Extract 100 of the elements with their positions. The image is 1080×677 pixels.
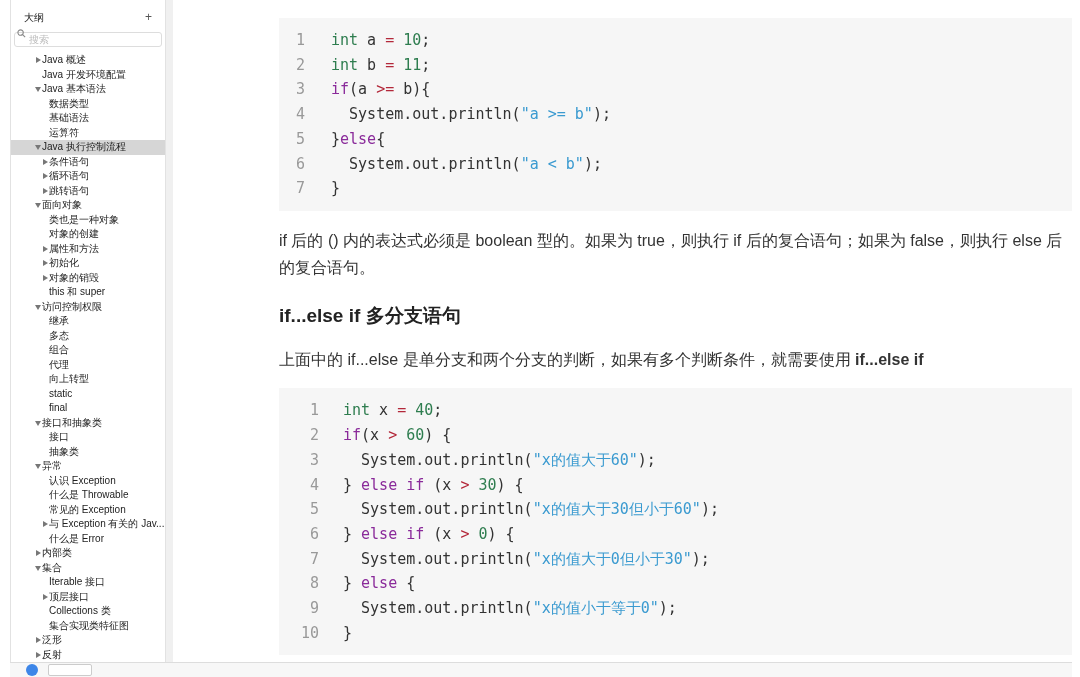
outline-item[interactable]: 类也是一种对象 [11, 212, 165, 227]
outline-item[interactable]: static [11, 386, 165, 401]
outline-item[interactable]: Java 执行控制流程 [11, 140, 165, 155]
outline-item[interactable]: 常见的 Exception [11, 502, 165, 517]
code-line: int b = 11; [331, 54, 431, 76]
code-line: System.out.println("x的值大于0但小于30"); [360, 548, 710, 570]
outline-item[interactable]: 反射 [11, 647, 165, 662]
outline-item[interactable]: 什么是 Throwable [11, 488, 165, 503]
outline-item[interactable]: 泛形 [11, 633, 165, 648]
code-line: if(a >= b){ [331, 79, 431, 101]
line-number: 5 [294, 128, 305, 150]
search-icon [17, 29, 26, 38]
expanded-triangle-icon[interactable] [35, 419, 41, 426]
circle-icon[interactable] [26, 664, 38, 676]
outline-item[interactable]: Iterable 接口 [11, 575, 165, 590]
collapsed-triangle-icon[interactable] [35, 550, 41, 557]
add-button[interactable]: + [145, 11, 152, 23]
outline-item[interactable]: 数据类型 [11, 96, 165, 111]
outline-item[interactable]: 抽象类 [11, 444, 165, 459]
code-line: System.out.println("a < b"); [348, 153, 602, 175]
search-field[interactable]: 搜索 [14, 32, 162, 47]
collapsed-triangle-icon[interactable] [35, 651, 41, 658]
collapsed-triangle-icon[interactable] [42, 521, 48, 528]
outline-item[interactable]: 接口和抽象类 [11, 415, 165, 430]
outline-item[interactable]: final [11, 401, 165, 416]
outline-item[interactable]: Java 开发环境配置 [11, 67, 165, 82]
line-number: 2 [294, 54, 305, 76]
outline-item[interactable]: 接口 [11, 430, 165, 445]
outline-item[interactable]: this 和 super [11, 285, 165, 300]
outline-item[interactable]: Java 概述 [11, 53, 165, 68]
outline-item[interactable]: Java 基本语法 [11, 82, 165, 97]
line-number: 8 [308, 573, 319, 595]
outline-item[interactable]: 运算符 [11, 125, 165, 140]
outline-item[interactable]: 多态 [11, 328, 165, 343]
code-line: System.out.println("a >= b"); [348, 104, 611, 126]
collapsed-triangle-icon[interactable] [42, 187, 48, 194]
outline-item[interactable]: 代理 [11, 357, 165, 372]
outline-item[interactable]: Collections 类 [11, 604, 165, 619]
line-number: 6 [308, 523, 319, 545]
line-number: 4 [294, 104, 305, 126]
outline-item[interactable]: 什么是 Error [11, 531, 165, 546]
code-line: System.out.println("x的值大于60"); [360, 449, 656, 471]
collapsed-triangle-icon[interactable] [35, 57, 41, 64]
sidebar-title: 大纲 [24, 10, 44, 25]
collapsed-triangle-icon[interactable] [42, 173, 48, 180]
outline-item[interactable]: 顶层接口 [11, 589, 165, 604]
outline-item[interactable]: 继承 [11, 314, 165, 329]
code-line: System.out.println("x的值大于30但小于60"); [360, 499, 719, 521]
code-line: int x = 40; [343, 400, 443, 422]
collapsed-triangle-icon[interactable] [42, 274, 48, 281]
outline-item[interactable]: 对象的创建 [11, 227, 165, 242]
outline-item[interactable]: 访问控制权限 [11, 299, 165, 314]
collapsed-triangle-icon[interactable] [35, 637, 41, 644]
code-line: } else if (x > 30) { [343, 474, 524, 496]
code-line: }else{ [331, 128, 386, 150]
outline-item[interactable]: 对象的销毁 [11, 270, 165, 285]
line-number: 2 [308, 425, 319, 447]
line-number: 7 [308, 548, 319, 570]
section-heading: if...else if 多分支语句 [279, 303, 462, 328]
outline-item[interactable]: 认识 Exception [11, 473, 165, 488]
paragraph: if 后的 () 内的表达式必须是 boolean 型的。如果为 true，则执行 if 后的复合语句；如果为 false，则执行 else 后的复合语句。 [279, 230, 1064, 278]
collapsed-triangle-icon[interactable] [42, 260, 48, 267]
outline-item[interactable]: 异常 [11, 459, 165, 474]
outline-item[interactable]: 组合 [11, 343, 165, 358]
toolbar-field[interactable] [48, 664, 92, 676]
outline-item[interactable]: 集合实现类特征图 [11, 618, 165, 633]
outline-item[interactable]: 跳转语句 [11, 183, 165, 198]
code-line: } [343, 622, 353, 644]
line-number: 5 [308, 499, 319, 521]
code-line: if(x > 60) { [343, 425, 452, 447]
outline-item[interactable]: 向上转型 [11, 372, 165, 387]
collapsed-triangle-icon[interactable] [42, 593, 48, 600]
expanded-triangle-icon[interactable] [35, 564, 41, 571]
outline-item[interactable]: 初始化 [11, 256, 165, 271]
code-line: } [331, 178, 341, 200]
code-line: int a = 10; [331, 30, 431, 51]
collapsed-triangle-icon[interactable] [42, 158, 48, 165]
outline-item[interactable]: 基础语法 [11, 111, 165, 126]
paragraph: 上面中的 if...else 是单分支和两个分支的判断，如果有多个判断条件，就需要使用 if...else if [279, 350, 925, 371]
code-line: System.out.println("x的值小于等于0"); [360, 598, 677, 620]
collapsed-triangle-icon[interactable] [42, 245, 48, 252]
outline-item[interactable]: 循环语句 [11, 169, 165, 184]
outline-item[interactable]: 面向对象 [11, 198, 165, 213]
expanded-triangle-icon[interactable] [35, 463, 41, 470]
line-number: 6 [294, 153, 305, 175]
line-number: 3 [294, 79, 305, 101]
expanded-triangle-icon[interactable] [35, 303, 41, 310]
line-number: 7 [294, 178, 305, 200]
expanded-triangle-icon[interactable] [35, 202, 41, 209]
outline-item[interactable]: 集合 [11, 560, 165, 575]
expanded-triangle-icon[interactable] [35, 144, 41, 151]
line-number: 1 [308, 400, 319, 422]
outline-item[interactable]: 与 Exception 有关的 Jav... [11, 517, 165, 532]
outline-item[interactable]: 条件语句 [11, 154, 165, 169]
expanded-triangle-icon[interactable] [35, 86, 41, 93]
outline-item[interactable]: 属性和方法 [11, 241, 165, 256]
line-number: 1 [294, 30, 305, 51]
line-number: 10 [299, 622, 319, 644]
outline-item[interactable]: 内部类 [11, 546, 165, 561]
line-number: 9 [308, 598, 319, 620]
